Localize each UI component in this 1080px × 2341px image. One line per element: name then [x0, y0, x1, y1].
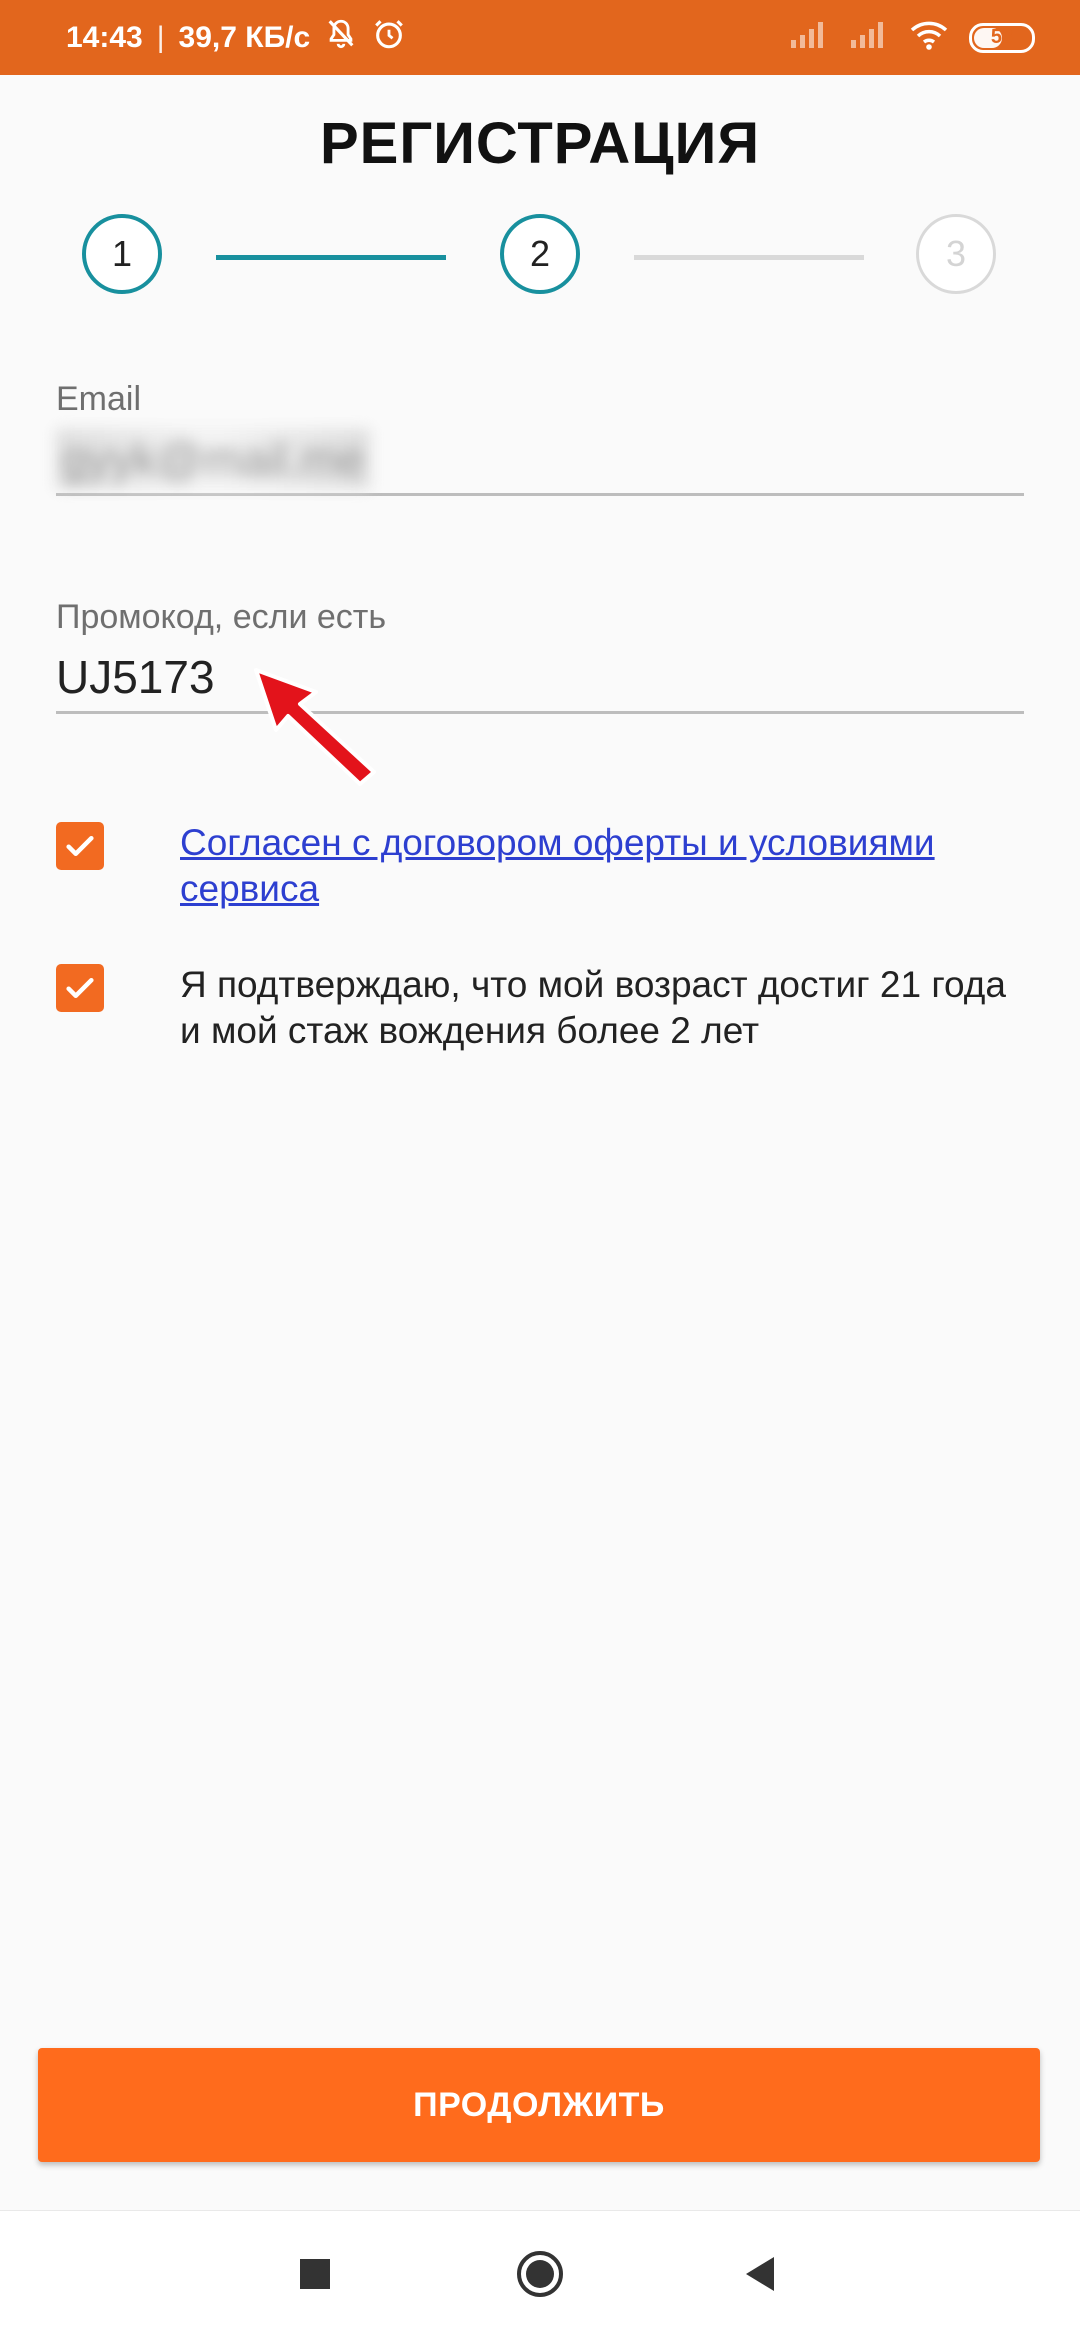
- wifi-icon: [909, 19, 949, 56]
- step-2: 2: [500, 214, 580, 294]
- alarm-icon: [372, 17, 406, 59]
- age-confirmation-text: Я подтверждаю, что мой возраст достиг 21…: [180, 964, 1006, 1051]
- battery-icon: 53: [969, 22, 1035, 53]
- email-underline: [56, 493, 1024, 496]
- status-bar: 14:43 | 39,7 КБ/с 53: [0, 0, 1080, 75]
- email-input[interactable]: gyyk@mail.me: [56, 429, 1024, 489]
- status-time: 14:43: [66, 20, 143, 54]
- registration-stepper: 1 2 3: [0, 214, 1080, 304]
- page-title: РЕГИСТРАЦИЯ: [319, 111, 761, 176]
- checkmark-icon: [66, 835, 94, 857]
- step-3: 3: [916, 214, 996, 294]
- status-separator: |: [156, 20, 165, 54]
- square-recents-icon[interactable]: [298, 2249, 332, 2304]
- signal-icon: [849, 20, 889, 55]
- step-connector-1: [216, 255, 446, 260]
- email-label: Email: [56, 380, 142, 418]
- email-field[interactable]: Email gyyk@mail.me: [56, 380, 1024, 496]
- agreement-offer-row[interactable]: Согласен с договором оферты и условиями …: [56, 820, 1024, 912]
- status-left: 14:43 | 39,7 КБ/с: [66, 17, 406, 59]
- circle-home-icon[interactable]: [514, 2249, 566, 2304]
- status-right: 53: [789, 19, 1035, 56]
- battery-level: 53: [990, 26, 1014, 48]
- age-checkbox[interactable]: [56, 964, 104, 1012]
- promo-label: Промокод, если есть: [56, 598, 387, 636]
- red-arrow-icon: [250, 660, 380, 795]
- promo-input[interactable]: UJ5173: [56, 647, 1024, 707]
- status-network-speed: 39,7 КБ/с: [178, 20, 311, 54]
- promo-field[interactable]: Промокод, если есть UJ5173: [56, 598, 1024, 714]
- email-value-blurred: gyyk@mail.me: [56, 429, 371, 489]
- signal-icon: [789, 20, 829, 55]
- step-connector-2: [634, 255, 864, 260]
- agreement-age-row[interactable]: Я подтверждаю, что мой возраст достиг 21…: [56, 962, 1024, 1054]
- offer-checkbox[interactable]: [56, 822, 104, 870]
- triangle-back-icon[interactable]: [740, 2249, 780, 2304]
- muted-bell-icon: [324, 17, 358, 59]
- continue-button[interactable]: ПРОДОЛЖИТЬ: [38, 2048, 1040, 2162]
- offer-terms-link[interactable]: Согласен с договором оферты и условиями …: [180, 820, 1024, 912]
- step-1: 1: [82, 214, 162, 294]
- promo-underline: [56, 711, 1024, 714]
- checkmark-icon: [66, 977, 94, 999]
- navigation-bar: [0, 2210, 1080, 2341]
